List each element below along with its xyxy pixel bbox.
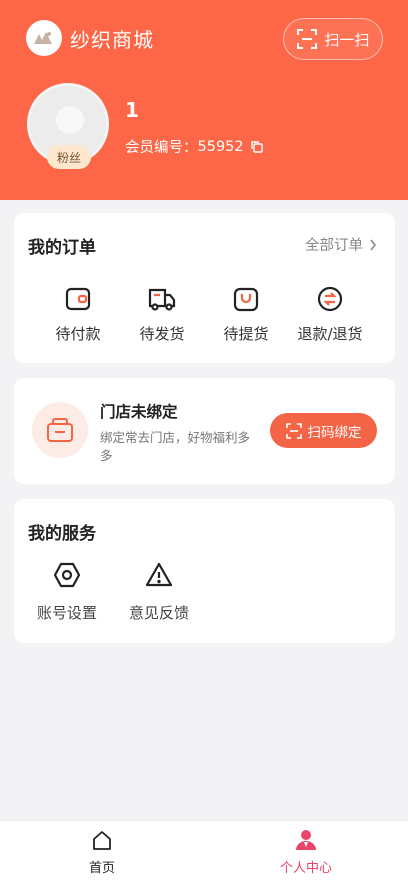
fans-badge: 粉丝 [47, 145, 91, 169]
order-item-label: 退款/退货 [297, 325, 363, 343]
member-label: 会员编号： [125, 140, 198, 156]
settings-icon [53, 562, 81, 588]
services-title: 我的服务 [28, 524, 96, 544]
app-logo-icon [26, 20, 62, 56]
order-item-label: 待提货 [223, 325, 269, 343]
store-description: 绑定常去门店，好物福利多多 [100, 430, 251, 463]
orders-card: 我的订单 全部订单 待付款 待发货 待提货 退款/退货 [14, 213, 395, 363]
copy-icon[interactable] [250, 140, 264, 154]
profile-header: 纱织商城 扫一扫 粉丝 1 会员编号： 55952 [0, 0, 408, 200]
scan-bind-label: 扫码绑定 [307, 424, 362, 441]
services-card: 我的服务 账号设置 意见反馈 [14, 499, 395, 643]
store-card: 门店未绑定 绑定常去门店，好物福利多多 扫码绑定 [14, 378, 395, 484]
refund-icon [317, 286, 343, 312]
home-icon [93, 831, 111, 850]
bag-icon [233, 287, 259, 312]
warning-icon [145, 562, 173, 587]
order-item-label: 待发货 [139, 325, 185, 343]
scan-button[interactable]: 扫一扫 [283, 18, 383, 60]
order-item-label: 待付款 [55, 325, 101, 343]
scan-icon [297, 29, 318, 49]
member-id: 55952 [197, 138, 244, 155]
avatar-placeholder [56, 106, 84, 134]
all-orders-label: 全部订单 [305, 238, 363, 254]
all-orders-link[interactable]: 全部订单 [305, 234, 377, 255]
store-icon [32, 402, 88, 458]
order-pending-shipment[interactable]: 待发货 [122, 285, 202, 344]
scan-button-label: 扫一扫 [324, 30, 370, 49]
scan-bind-button[interactable]: 扫码绑定 [270, 413, 377, 448]
tab-profile[interactable]: 个人中心 [256, 829, 356, 876]
order-pending-pickup[interactable]: 待提货 [206, 285, 286, 344]
bottom-tabbar: 首页 个人中心 [0, 820, 408, 883]
order-refund[interactable]: 退款/退货 [290, 285, 370, 344]
service-account-settings[interactable]: 账号设置 [27, 561, 107, 623]
tab-home-label: 首页 [88, 861, 115, 876]
service-feedback[interactable]: 意见反馈 [119, 561, 199, 623]
orders-title: 我的订单 [28, 238, 96, 258]
brand: 纱织商城 [26, 20, 154, 56]
truck-icon [148, 288, 176, 311]
chevron-right-icon [370, 239, 377, 250]
tab-home[interactable]: 首页 [52, 829, 152, 876]
wallet-icon [65, 287, 91, 311]
store-title: 门店未绑定 [100, 403, 178, 421]
service-item-label: 账号设置 [36, 604, 97, 622]
scan-icon [285, 422, 302, 439]
app-title: 纱织商城 [70, 27, 154, 52]
username: 1 [125, 98, 139, 122]
order-pending-payment[interactable]: 待付款 [38, 285, 118, 344]
tab-profile-label: 个人中心 [279, 861, 332, 876]
user-icon [296, 830, 316, 850]
service-item-label: 意见反馈 [128, 604, 189, 622]
member-info: 会员编号： 55952 [125, 136, 264, 157]
